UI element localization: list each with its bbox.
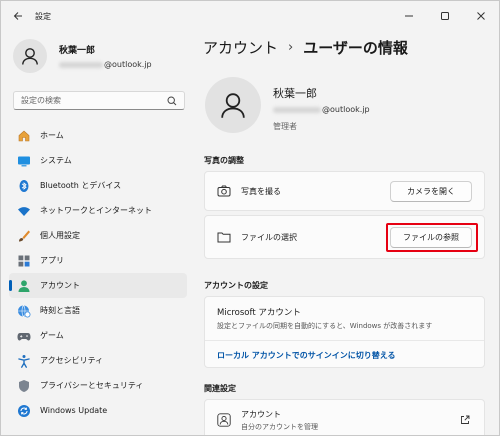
page-title: ユーザーの情報 bbox=[303, 39, 408, 57]
microsoft-account-card: Microsoft アカウント 設定とファイルの同期を自動的にすると、Windo… bbox=[204, 296, 485, 368]
sidebar-item-label: ネットワークとインターネット bbox=[40, 206, 152, 215]
wifi-icon bbox=[17, 204, 31, 218]
ms-account-title: Microsoft アカウント bbox=[217, 308, 301, 318]
external-link-icon bbox=[460, 415, 470, 425]
redacted-email-blur bbox=[273, 106, 321, 113]
ms-account-description: 設定とファイルの同期を自動的にすると、Windows が改善されます bbox=[217, 322, 433, 330]
sidebar-item-home[interactable]: ホーム bbox=[9, 123, 187, 148]
sidebar-nav: ホーム システム Bluetooth とデバイス ネットワークとインターネット … bbox=[9, 123, 187, 423]
person-icon bbox=[221, 93, 245, 118]
back-arrow-icon bbox=[13, 12, 22, 20]
apps-icon bbox=[17, 254, 31, 268]
search-box[interactable] bbox=[13, 91, 185, 110]
system-icon bbox=[17, 154, 31, 168]
related-item-title: アカウント bbox=[241, 409, 281, 419]
sidebar-item-accessibility[interactable]: アクセシビリティ bbox=[9, 348, 187, 373]
redacted-email-blur bbox=[59, 61, 103, 68]
profile-email-suffix: @outlook.jp bbox=[104, 60, 152, 69]
globe-clock-icon bbox=[17, 304, 31, 318]
profile-name: 秋葉一郎 bbox=[59, 46, 96, 56]
section-title-related: 関連設定 bbox=[204, 384, 236, 393]
sidebar-item-bluetooth[interactable]: Bluetooth とデバイス bbox=[9, 173, 187, 198]
sidebar-item-label: Bluetooth とデバイス bbox=[40, 181, 122, 190]
window-controls bbox=[391, 1, 499, 31]
update-icon bbox=[17, 404, 31, 418]
shield-icon bbox=[17, 379, 31, 393]
home-icon bbox=[17, 129, 31, 143]
minimize-icon bbox=[405, 15, 413, 17]
camera-row-label: 写真を撮る bbox=[241, 186, 281, 196]
search-icon bbox=[167, 95, 177, 105]
sidebar-item-system[interactable]: システム bbox=[9, 148, 187, 173]
profile-email: @outlook.jp bbox=[59, 60, 152, 69]
camera-icon bbox=[217, 184, 231, 198]
folder-icon bbox=[217, 230, 231, 244]
sidebar-item-gaming[interactable]: ゲーム bbox=[9, 323, 187, 348]
related-item-subtitle: 自分のアカウントを管理 bbox=[241, 422, 318, 431]
settings-window: 設定 秋葉一郎 @outlook.jp 設定の検索 ホーム システム Bluet… bbox=[0, 0, 500, 436]
user-header: 秋葉一郎 @outlook.jp 管理者 bbox=[205, 77, 370, 133]
account-row-icon bbox=[217, 413, 231, 427]
close-button[interactable] bbox=[463, 1, 499, 31]
file-row-label: ファイルの選択 bbox=[241, 232, 297, 242]
sidebar-item-label: プライバシーとセキュリティ bbox=[40, 381, 144, 390]
highlight-box bbox=[386, 223, 478, 252]
user-avatar bbox=[205, 77, 261, 133]
sidebar-item-label: ゲーム bbox=[40, 331, 64, 340]
sidebar-item-label: アカウント bbox=[40, 281, 80, 290]
person-icon bbox=[22, 48, 38, 65]
breadcrumb: アカウント › ユーザーの情報 bbox=[203, 37, 408, 58]
camera-row: 写真を撮る カメラを開く bbox=[204, 171, 485, 211]
sidebar-item-label: Windows Update bbox=[40, 406, 108, 415]
close-icon bbox=[477, 12, 485, 20]
sidebar-item-time-language[interactable]: 時刻と言語 bbox=[9, 298, 187, 323]
maximize-icon bbox=[441, 12, 449, 20]
sidebar-item-personalization[interactable]: 個人用設定 bbox=[9, 223, 187, 248]
accessibility-icon bbox=[17, 354, 31, 368]
sidebar-profile: 秋葉一郎 @outlook.jp bbox=[13, 39, 152, 73]
sidebar-item-label: アプリ bbox=[40, 256, 64, 265]
sidebar-item-windows-update[interactable]: Windows Update bbox=[9, 398, 187, 423]
user-email: @outlook.jp bbox=[273, 105, 370, 114]
gamepad-icon bbox=[17, 329, 31, 343]
search-input[interactable] bbox=[21, 96, 161, 105]
user-name: 秋葉一郎 bbox=[273, 87, 317, 100]
back-button[interactable] bbox=[3, 1, 33, 31]
window-title: 設定 bbox=[35, 11, 51, 21]
sidebar-item-label: 時刻と言語 bbox=[40, 306, 80, 315]
section-title-account-settings: アカウントの設定 bbox=[204, 281, 268, 290]
title-bar: 設定 bbox=[1, 1, 499, 31]
minimize-button[interactable] bbox=[391, 1, 427, 31]
avatar bbox=[13, 39, 47, 73]
breadcrumb-parent[interactable]: アカウント bbox=[203, 37, 278, 58]
maximize-button[interactable] bbox=[427, 1, 463, 31]
related-account-row[interactable]: アカウント 自分のアカウントを管理 bbox=[204, 399, 485, 435]
sidebar-item-apps[interactable]: アプリ bbox=[9, 248, 187, 273]
account-icon bbox=[17, 279, 31, 293]
switch-to-local-account-link[interactable]: ローカル アカウントでのサインインに切り替える bbox=[217, 351, 396, 360]
sidebar-item-network[interactable]: ネットワークとインターネット bbox=[9, 198, 187, 223]
sidebar-item-accounts[interactable]: アカウント bbox=[9, 273, 187, 298]
breadcrumb-separator: › bbox=[288, 40, 294, 55]
bluetooth-icon bbox=[17, 179, 31, 193]
sidebar-item-privacy[interactable]: プライバシーとセキュリティ bbox=[9, 373, 187, 398]
sidebar-item-label: アクセシビリティ bbox=[40, 356, 104, 365]
section-title-photo: 写真の調整 bbox=[204, 156, 244, 165]
brush-icon bbox=[17, 229, 31, 243]
sidebar-item-label: システム bbox=[40, 156, 72, 165]
sidebar-item-label: ホーム bbox=[40, 131, 64, 140]
sidebar-item-label: 個人用設定 bbox=[40, 231, 80, 240]
user-role: 管理者 bbox=[273, 122, 297, 131]
open-camera-button[interactable]: カメラを開く bbox=[390, 180, 472, 202]
user-email-suffix: @outlook.jp bbox=[322, 105, 370, 114]
